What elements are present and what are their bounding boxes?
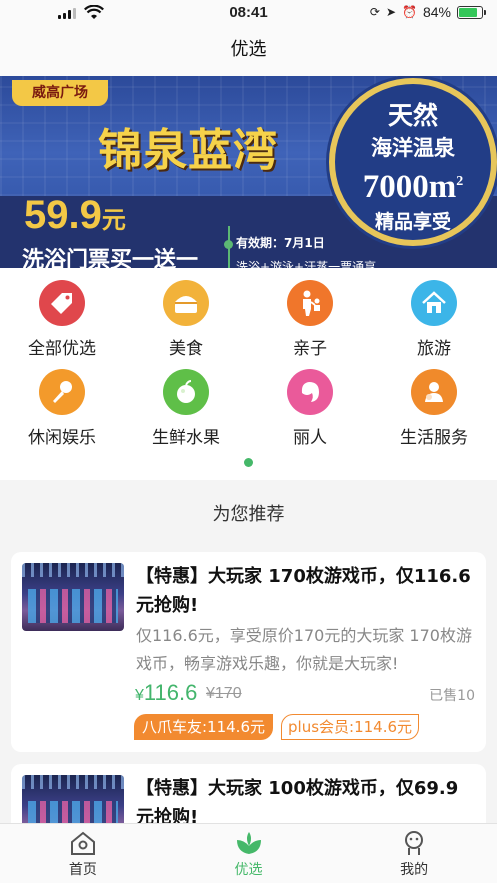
alarm-icon: ⏰ — [402, 5, 417, 19]
category-grid: 全部优选 美食 亲子 旅游 休闲娱乐 生鲜水果 丽人 生活服务 — [0, 268, 497, 480]
plus-price-tag: plus会员:114.6元 — [281, 714, 420, 740]
parent-child-icon — [287, 280, 333, 326]
status-bar: 08:41 ⟳ ➤ ⏰ 84% — [0, 0, 497, 26]
product-title: 【特惠】大玩家 170枚游戏币，仅116.6元抢购! — [136, 566, 471, 616]
service-icon — [411, 369, 457, 415]
home-icon — [0, 830, 166, 856]
house-icon — [411, 280, 457, 326]
page-title: 优选 — [0, 26, 497, 76]
leaf-icon — [166, 830, 332, 856]
product-price: ¥116.6 — [135, 680, 198, 705]
category-parent-child[interactable]: 亲子 — [248, 280, 372, 359]
cake-icon — [163, 280, 209, 326]
banner-subtitle: 洗浴门票买一送一 — [22, 248, 199, 268]
product-card[interactable]: 【特惠】大玩家 170枚游戏币，仅116.6元抢购! 仅116.6元，享受原价1… — [11, 552, 486, 752]
battery-icon — [457, 5, 486, 19]
tab-home[interactable]: 首页 — [0, 824, 166, 883]
tag-icon — [39, 280, 85, 326]
banner-title: 锦泉蓝湾 — [98, 125, 278, 176]
profile-icon — [331, 830, 497, 856]
microphone-icon — [39, 369, 85, 415]
category-life-service[interactable]: 生活服务 — [372, 369, 496, 448]
banner-items: 洗浴+游泳+汗蒸一票通享 — [236, 260, 377, 268]
product-sold-count: 已售10 — [429, 688, 475, 704]
category-travel[interactable]: 旅游 — [372, 280, 496, 359]
banner-hot-spring-circle: 天然 海洋温泉 7000m2 精品享受 — [329, 78, 497, 246]
banner-price: 59.9元 — [24, 193, 126, 237]
banner-valid-date: 有效期：7月1日 — [236, 236, 325, 250]
member-price-tag: 八爪车友:114.6元 — [134, 714, 273, 740]
category-beauty[interactable]: 丽人 — [248, 369, 372, 448]
tab-profile[interactable]: 我的 — [331, 824, 497, 883]
category-fresh-fruit[interactable]: 生鲜水果 — [124, 369, 248, 448]
tab-bar: 首页 优选 我的 — [0, 823, 497, 883]
recommend-title: 为您推荐 — [212, 504, 285, 525]
product-original-price: ¥170 — [206, 685, 242, 702]
battery-percent: 84% — [422, 4, 451, 20]
category-all[interactable]: 全部优选 — [0, 280, 124, 359]
rotation-lock-icon: ⟳ — [369, 5, 380, 19]
location-icon: ➤ — [385, 5, 397, 19]
product-thumbnail — [22, 563, 124, 631]
category-food[interactable]: 美食 — [124, 280, 248, 359]
promo-banner[interactable]: 威高广场 锦泉蓝湾 59.9元 洗浴门票买一送一 有效期：7月1日 洗浴+游泳+… — [0, 76, 497, 268]
tab-selected[interactable]: 优选 — [166, 824, 332, 883]
pager-dot[interactable] — [244, 458, 253, 467]
product-description: 仅116.6元，享受原价170元的大玩家 170枚游戏币，畅享游戏乐趣，你就是大… — [136, 626, 472, 673]
apple-icon — [163, 369, 209, 415]
woman-icon — [287, 369, 333, 415]
category-leisure[interactable]: 休闲娱乐 — [0, 369, 124, 448]
banner-badge: 威高广场 — [12, 80, 108, 106]
